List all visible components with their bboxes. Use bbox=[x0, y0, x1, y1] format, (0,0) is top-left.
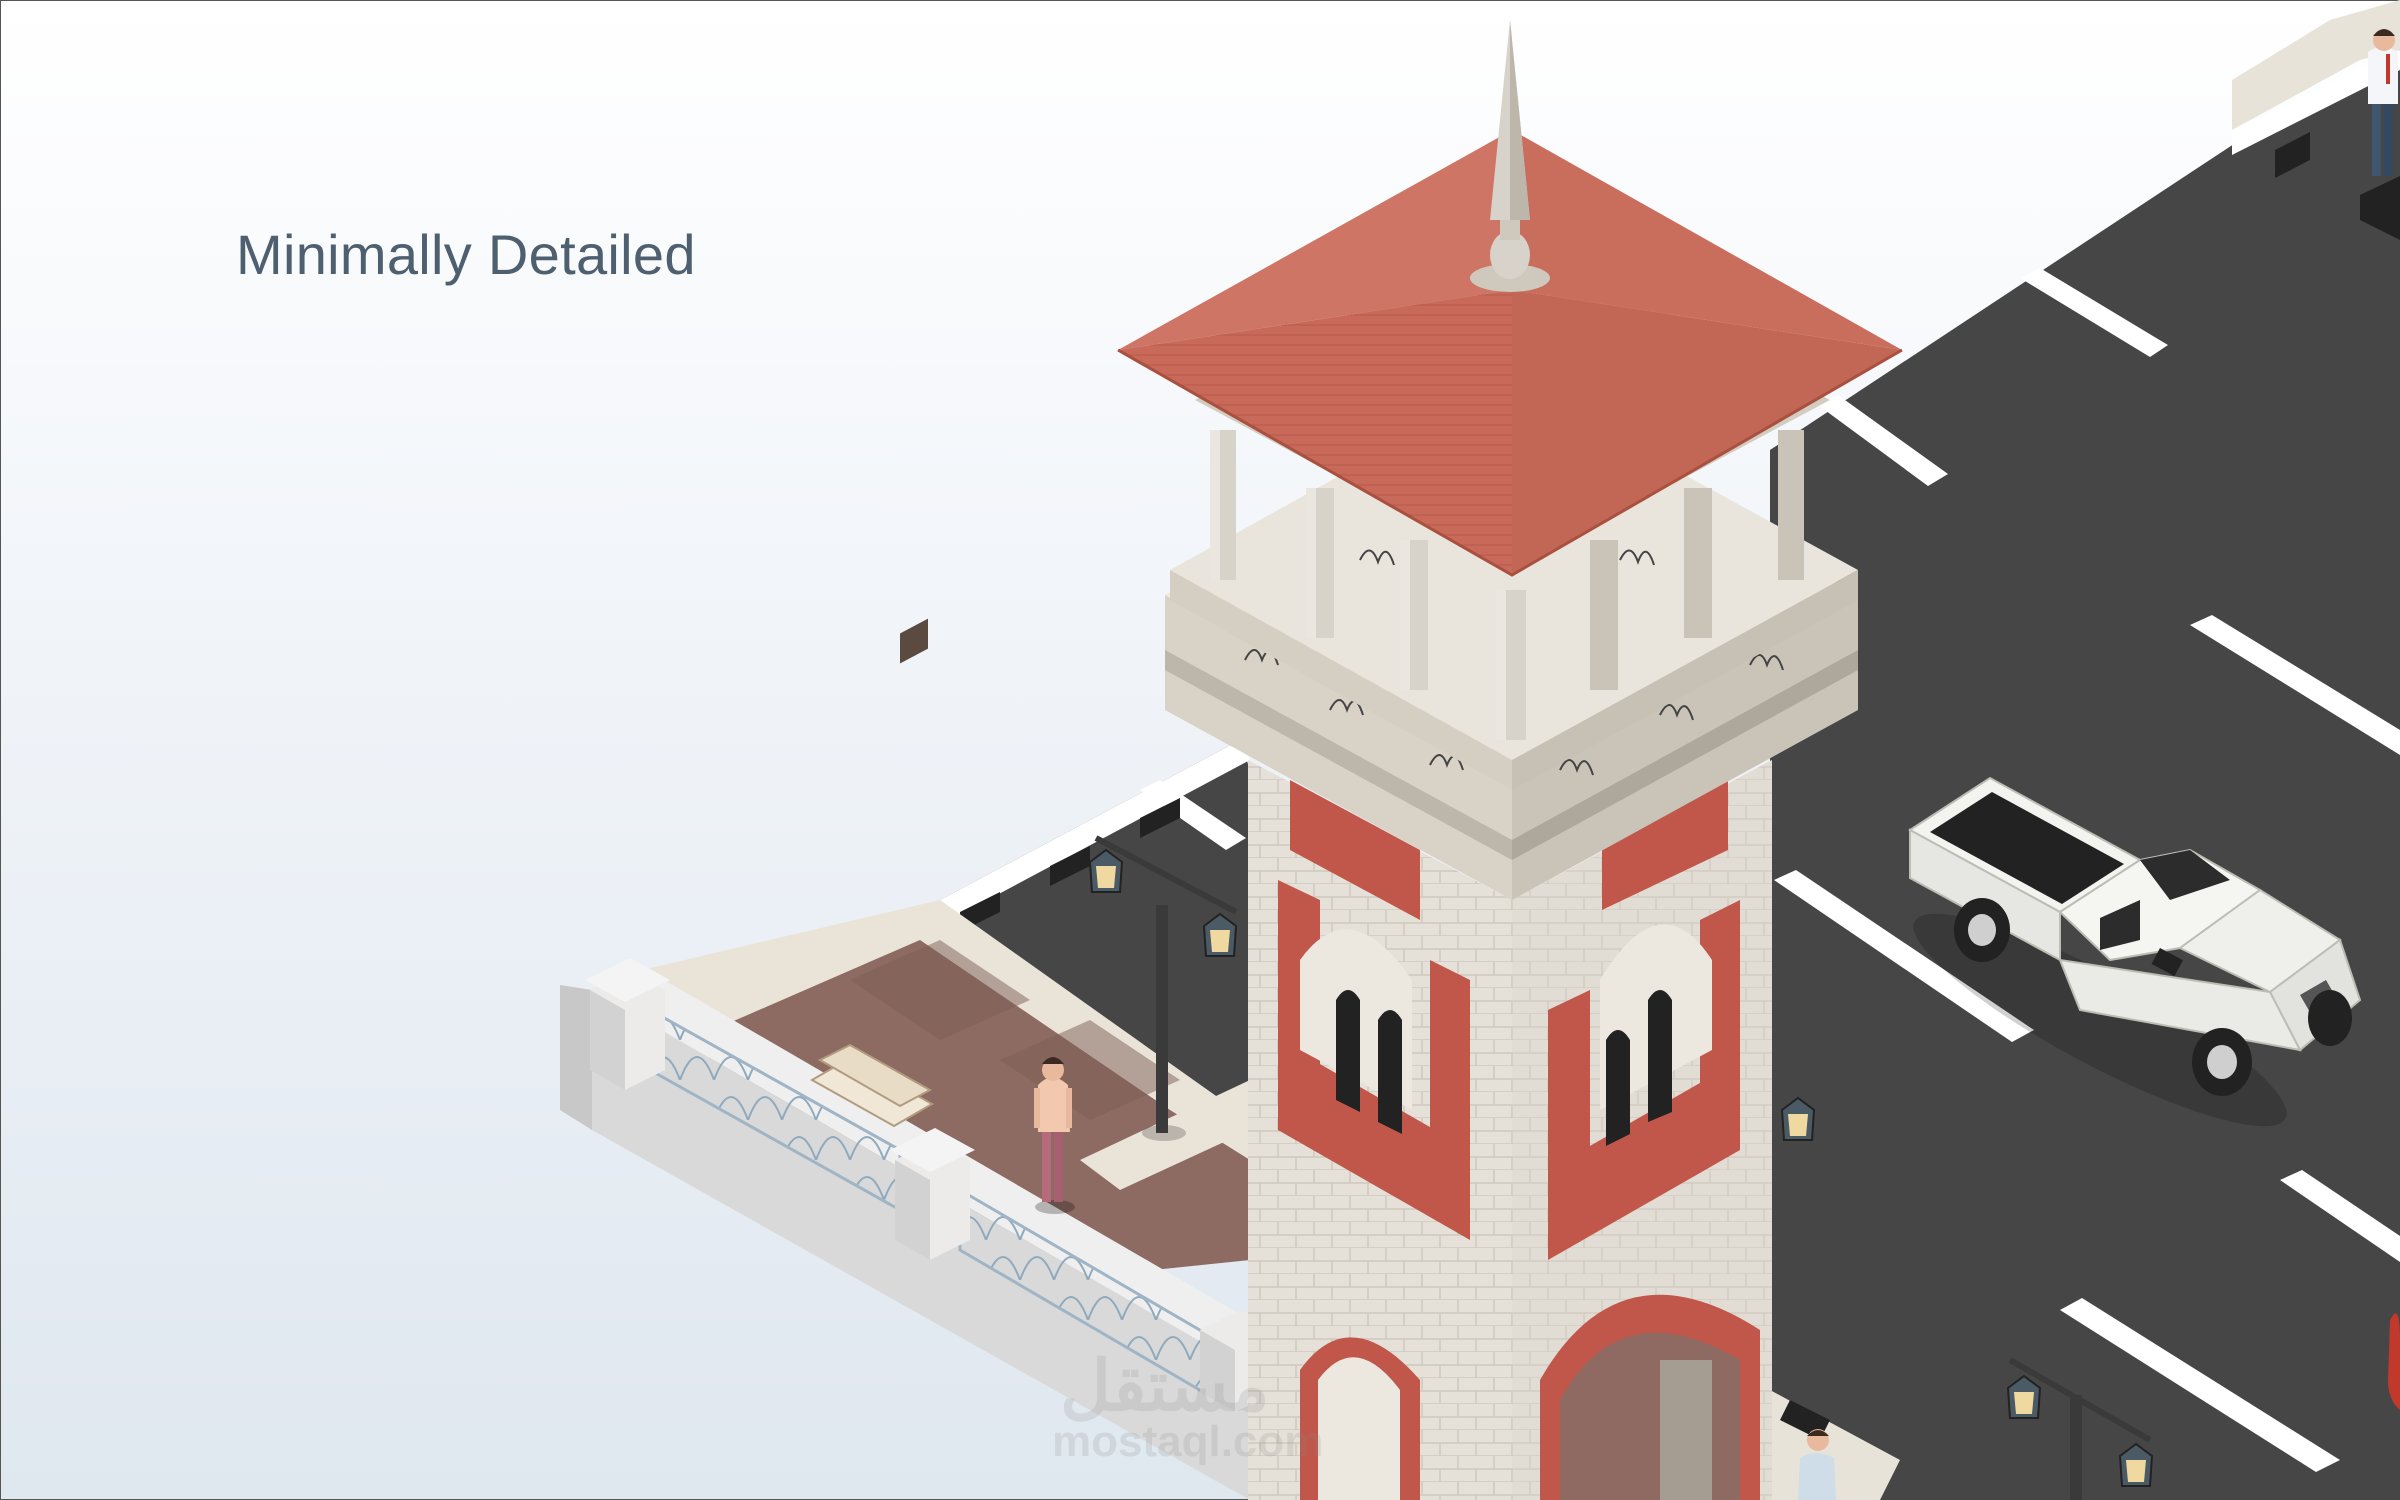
fence-pillar bbox=[585, 958, 670, 1090]
column bbox=[1778, 430, 1804, 580]
column bbox=[1306, 488, 1334, 638]
wheel bbox=[2192, 1028, 2252, 1096]
column bbox=[1684, 488, 1712, 638]
wheel bbox=[2308, 990, 2352, 1046]
watermark-latin: mostaql.com bbox=[1052, 1417, 1323, 1466]
column bbox=[1400, 540, 1428, 690]
wheel bbox=[1954, 898, 2010, 962]
column bbox=[1210, 430, 1236, 580]
fence-pillar bbox=[890, 1128, 975, 1260]
column bbox=[1590, 540, 1618, 690]
column bbox=[1496, 590, 1526, 740]
watermark-arabic: مستقل bbox=[1060, 1347, 1270, 1425]
isometric-scene: مستقل mostaql.com bbox=[560, 0, 2400, 1500]
